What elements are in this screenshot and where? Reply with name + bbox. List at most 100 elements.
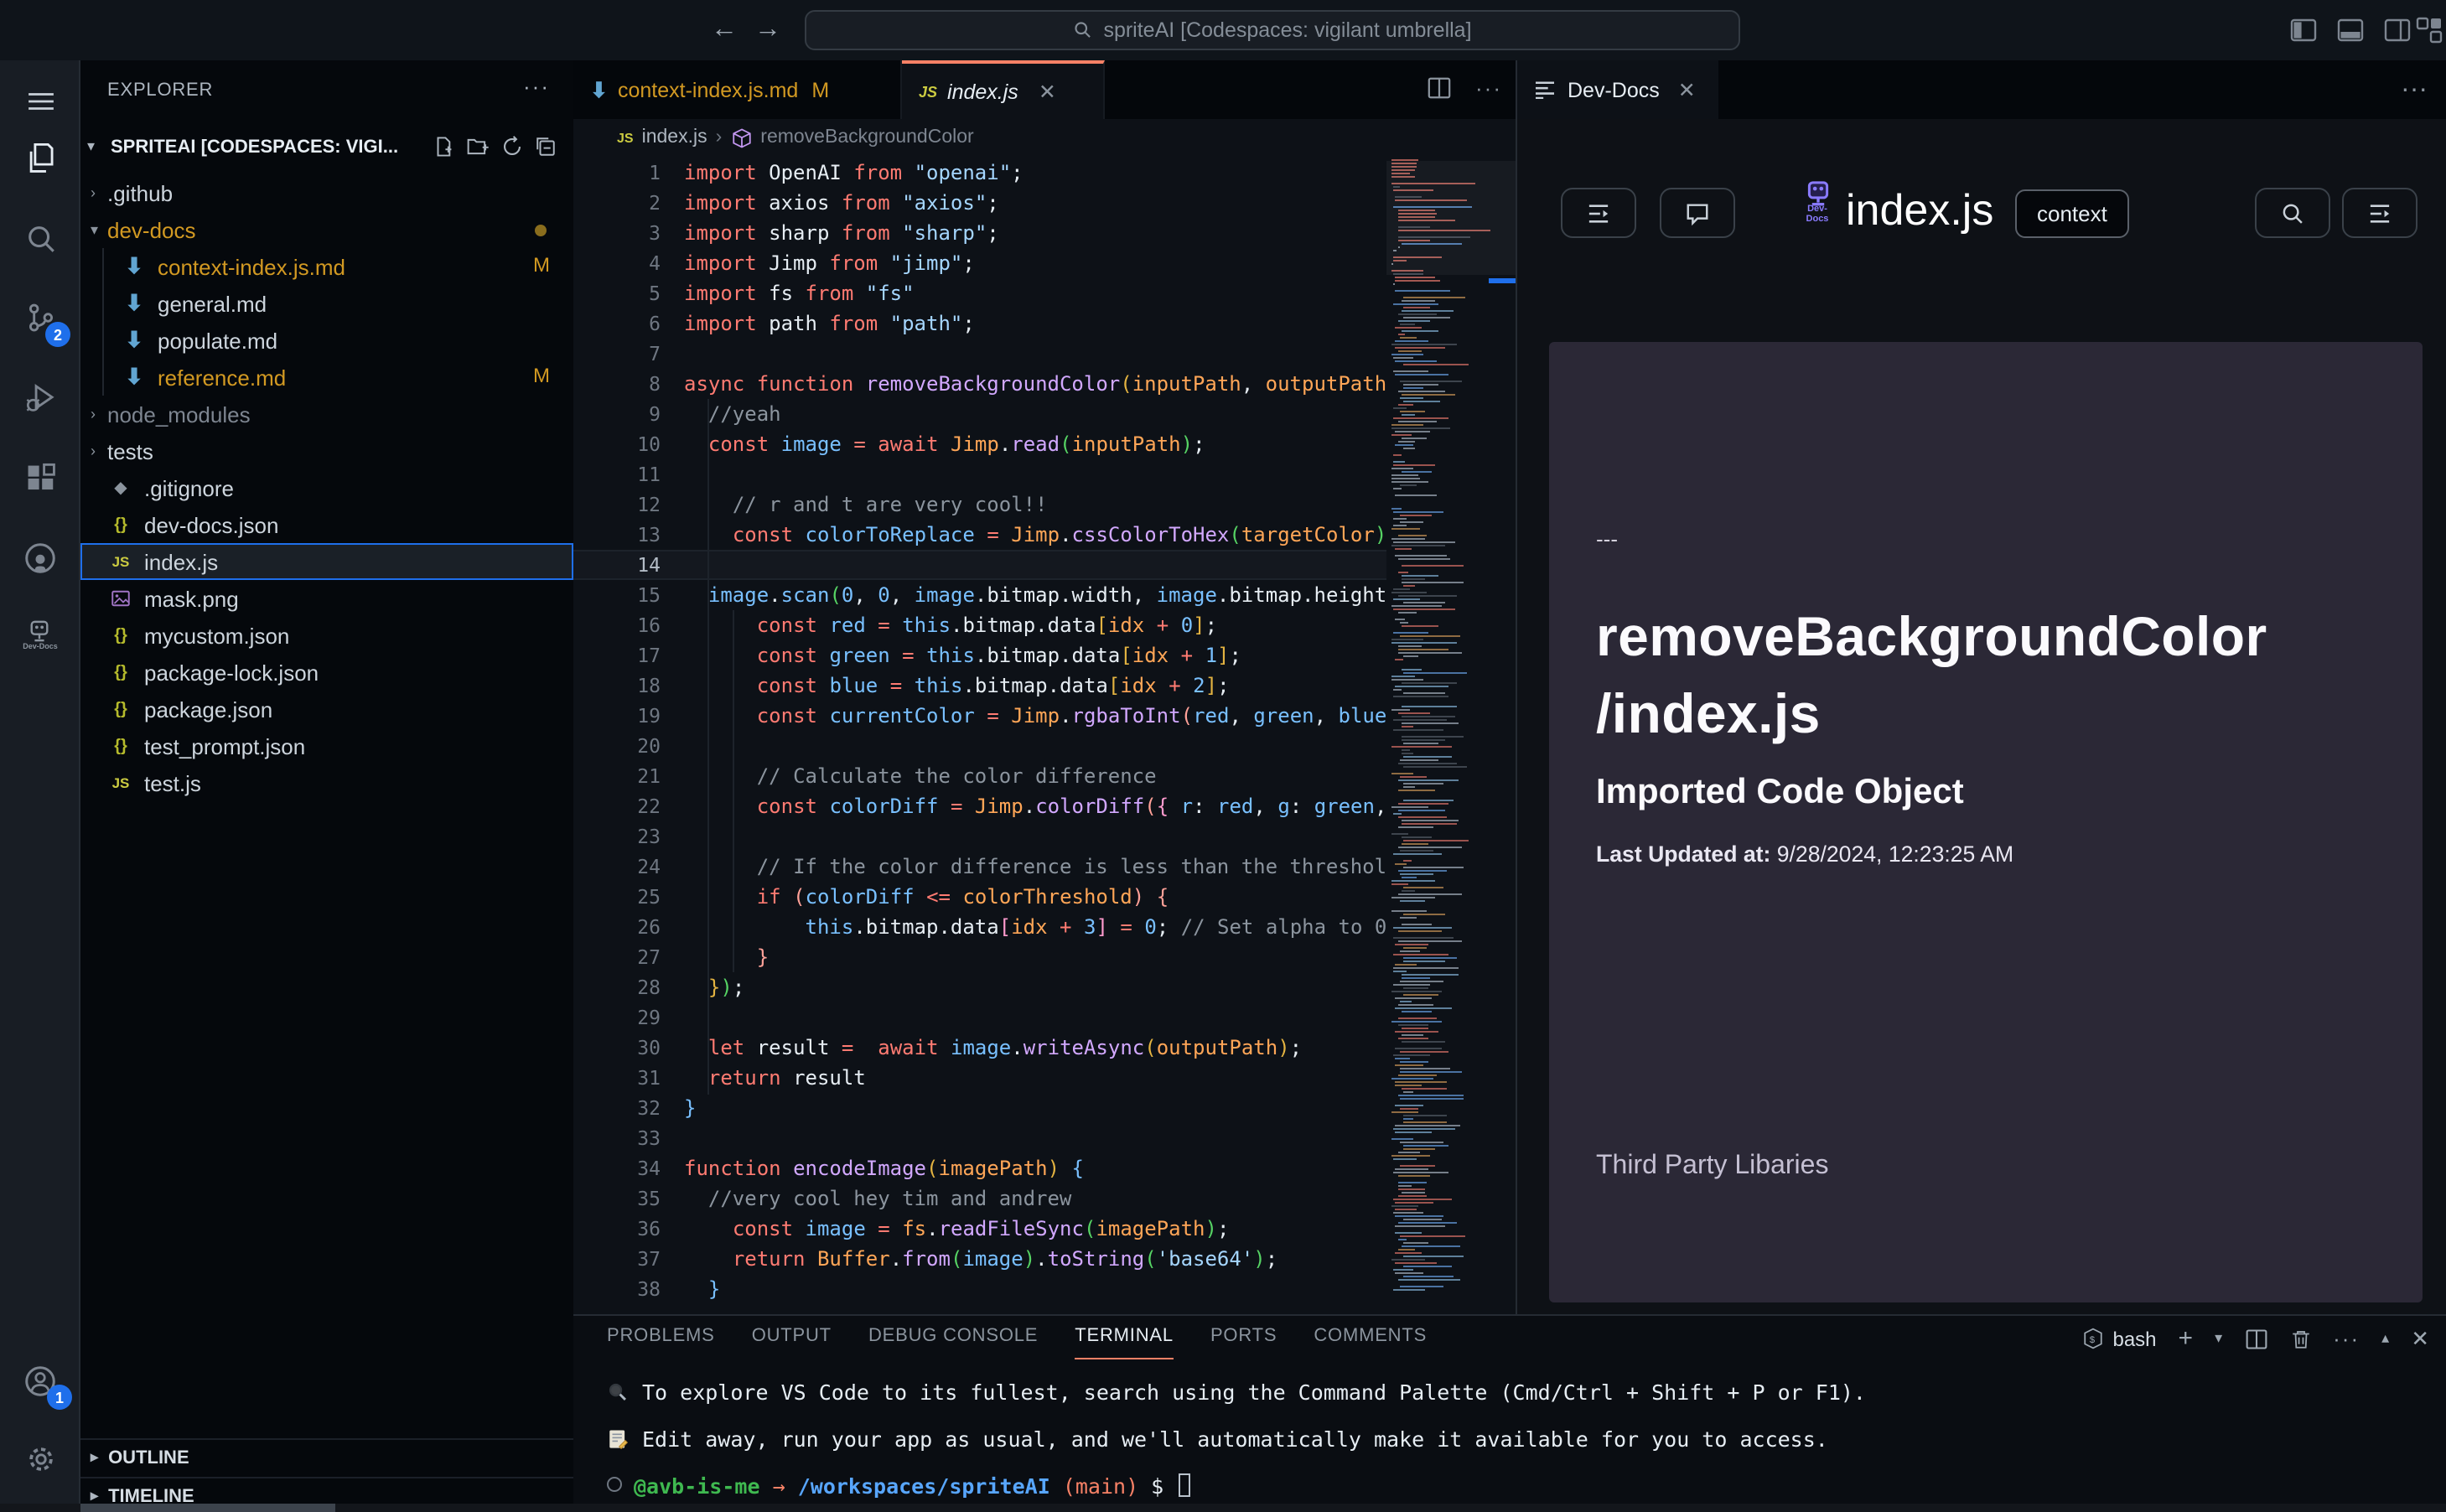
tree-item-dev-docs.json[interactable]: {}dev-docs.json — [80, 506, 573, 543]
toggle-panel-icon[interactable] — [2337, 17, 2364, 44]
bottom-scrollbar-slider[interactable] — [80, 1504, 335, 1512]
js-file-icon: JS — [107, 548, 134, 575]
tree-item-node_modules[interactable]: ›node_modules — [80, 396, 573, 432]
nav-forward-icon[interactable]: → — [754, 15, 781, 45]
tree-item-mycustom.json[interactable]: {}mycustom.json — [80, 617, 573, 654]
tree-item-dev-docs[interactable]: ▾dev-docs — [80, 211, 573, 248]
tree-item-test.js[interactable]: JStest.js — [80, 764, 573, 801]
github-icon[interactable] — [0, 531, 80, 585]
explorer-sidebar: EXPLORER ··· ▾ SPRITEAI [CODESPACES: VIG… — [80, 60, 573, 1512]
tree-item-populate.md[interactable]: ⬇populate.md — [80, 322, 573, 359]
tree-item-tests[interactable]: ›tests — [80, 432, 573, 469]
doc-title: index.js — [1846, 184, 1993, 236]
tree-item-test_prompt.json[interactable]: {}test_prompt.json — [80, 728, 573, 764]
panel-tab-problems[interactable]: PROBLEMS — [607, 1326, 715, 1359]
close-panel-tab-icon[interactable]: ✕ — [1678, 77, 1696, 102]
frontmatter-dashes: --- — [1596, 526, 1618, 551]
doc-search-button[interactable] — [2255, 188, 2330, 238]
svg-text:$: $ — [2090, 1336, 2096, 1346]
json-file-icon: {} — [107, 622, 134, 649]
doc-list-button[interactable] — [2342, 188, 2417, 238]
source-control-icon[interactable]: 2 — [0, 290, 80, 344]
bottom-scrollbar-track[interactable] — [0, 1504, 2446, 1512]
tree-item-mask.png[interactable]: mask.png — [80, 580, 573, 617]
explorer-icon[interactable] — [0, 131, 80, 184]
json-file-icon: {} — [107, 659, 134, 686]
breadcrumb[interactable]: JS index.js › removeBackgroundColor — [573, 119, 1516, 156]
panel-tabs: PROBLEMS OUTPUT DEBUG CONSOLE TERMINAL PORTS… — [607, 1326, 1427, 1359]
json-file-icon: {} — [107, 696, 134, 722]
json-file-icon: {} — [107, 733, 134, 759]
tree-item-package-lock.json[interactable]: {}package-lock.json — [80, 654, 573, 691]
code-editor[interactable]: 1import OpenAI from "openai";2import axi… — [573, 156, 1516, 1314]
dev-docs-extension-icon[interactable]: Dev-Docs — [0, 608, 80, 662]
editor-tab-bar: ⬇ context-index.js.md M JS index.js ✕ ··… — [573, 60, 1516, 119]
menu-icon[interactable] — [0, 74, 80, 127]
tree-item-.gitignore[interactable]: ◆.gitignore — [80, 469, 573, 506]
doc-card: --- removeBackgroundColor/index.js Impor… — [1549, 342, 2423, 1302]
tree-item-general.md[interactable]: ⬇general.md — [80, 285, 573, 322]
terminal[interactable]: To explore VS Code to its fullest, searc… — [607, 1380, 1866, 1512]
panel-more-actions-icon[interactable]: ··· — [2401, 75, 2428, 106]
extensions-icon[interactable] — [0, 451, 80, 505]
editor-more-actions-icon[interactable]: ··· — [1475, 75, 1502, 101]
account-badge: 1 — [47, 1385, 72, 1410]
last-updated: Last Updated at: 9/28/2024, 12:23:25 AM — [1596, 841, 2013, 867]
new-folder-icon[interactable] — [466, 136, 490, 158]
run-debug-icon[interactable] — [0, 370, 80, 424]
split-editor-icon[interactable] — [1427, 75, 1452, 101]
img-file-icon — [107, 585, 134, 612]
doc-h3: Third Party Libaries — [1596, 1152, 1828, 1182]
title-bar: ← → spriteAI [Codespaces: vigilant umbre… — [0, 0, 2446, 60]
panel-tab-terminal[interactable]: TERMINAL — [1075, 1326, 1174, 1359]
toggle-secondary-sidebar-icon[interactable] — [2384, 17, 2411, 44]
command-center-search[interactable]: spriteAI [Codespaces: vigilant umbrella] — [805, 10, 1740, 50]
refresh-icon[interactable] — [501, 136, 523, 158]
toc-button[interactable] — [1561, 188, 1636, 238]
split-terminal-icon[interactable] — [2244, 1327, 2267, 1350]
tree-item-.github[interactable]: ›.github — [80, 174, 573, 211]
panel-tab-debug-console[interactable]: DEBUG CONSOLE — [868, 1326, 1038, 1359]
close-panel-icon[interactable]: ✕ — [2411, 1325, 2429, 1352]
new-file-icon[interactable] — [433, 136, 454, 158]
settings-gear-icon[interactable] — [0, 1432, 80, 1485]
close-tab-icon[interactable]: ✕ — [1039, 79, 1056, 104]
tab-index-js[interactable]: JS index.js ✕ — [902, 60, 1105, 119]
explorer-section-header[interactable]: ▾ SPRITEAI [CODESPACES: VIGI... — [80, 131, 573, 168]
tree-item-package.json[interactable]: {}package.json — [80, 691, 573, 728]
toggle-sidebar-icon[interactable] — [2290, 17, 2317, 44]
terminal-dropdown-icon[interactable]: ▾ — [2215, 1329, 2222, 1348]
panel-more-icon[interactable]: ··· — [2333, 1326, 2360, 1351]
context-chip[interactable]: context — [2015, 189, 2129, 238]
terminal-shell-label[interactable]: $ bash — [2082, 1327, 2156, 1350]
search-icon[interactable] — [0, 211, 80, 265]
search-placeholder: spriteAI [Codespaces: vigilant umbrella] — [1103, 18, 1471, 42]
doc-heading: removeBackgroundColor/index.js — [1596, 598, 2267, 753]
account-icon[interactable]: 1 — [0, 1354, 80, 1408]
nav-back-icon[interactable]: ← — [711, 15, 738, 45]
panel-tab-comments[interactable]: COMMENTS — [1314, 1326, 1427, 1359]
dev-docs-logo: Dev-Docs — [1799, 181, 1836, 225]
md-file-icon: ⬇ — [121, 327, 148, 354]
panel-tab-output[interactable]: OUTPUT — [752, 1326, 832, 1359]
customize-layout-icon[interactable] — [2416, 17, 2443, 44]
maximize-panel-icon[interactable]: ▴ — [2381, 1329, 2389, 1348]
tab-dev-docs[interactable]: Dev-Docs ✕ — [1517, 60, 1718, 119]
outline-section[interactable]: ▸OUTLINE — [80, 1438, 573, 1475]
collapse-all-icon[interactable] — [535, 136, 557, 158]
tab-context-index-js-md[interactable]: ⬇ context-index.js.md M — [573, 60, 902, 119]
workspace-name: SPRITEAI [CODESPACES: VIGI... — [111, 137, 422, 158]
tree-item-index.js[interactable]: JSindex.js — [80, 543, 573, 580]
panel-tab-bar: Dev-Docs ✕ ··· — [1517, 60, 2446, 119]
tree-item-context-index.js.md[interactable]: ⬇context-index.js.mdM — [80, 248, 573, 285]
kill-terminal-icon[interactable] — [2289, 1327, 2311, 1350]
minimap[interactable] — [1386, 156, 1516, 1314]
git-file-icon: ◆ — [107, 474, 134, 501]
tree-item-reference.md[interactable]: ⬇reference.mdM — [80, 359, 573, 396]
chat-button[interactable] — [1660, 188, 1735, 238]
symbol-method-icon — [730, 127, 752, 148]
panel-tab-ports[interactable]: PORTS — [1210, 1326, 1277, 1359]
new-terminal-icon[interactable]: + — [2179, 1324, 2194, 1353]
explorer-header: EXPLORER — [107, 80, 213, 101]
explorer-more-actions-icon[interactable]: ··· — [523, 74, 550, 99]
